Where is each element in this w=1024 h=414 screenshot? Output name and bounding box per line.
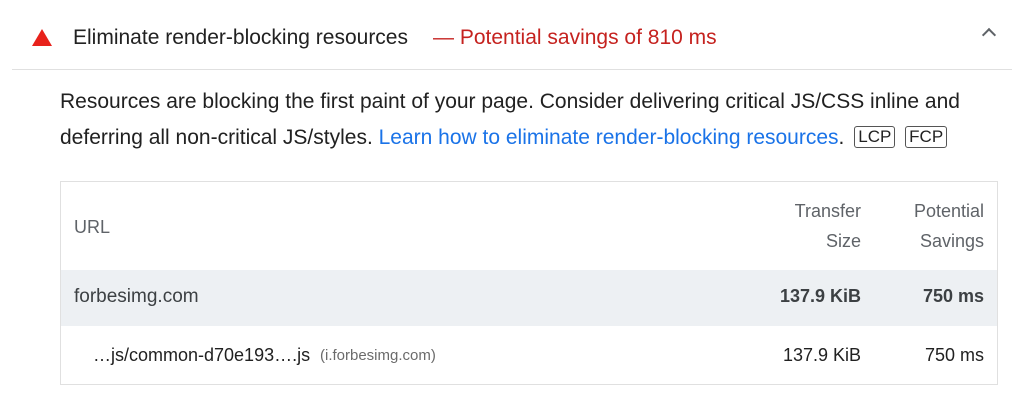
audit-header[interactable]: Eliminate render-blocking resources — Po…: [12, 0, 1012, 70]
column-header-savings-line1: Potential: [913, 201, 984, 221]
column-header-potential-savings: Potential Savings: [884, 196, 984, 256]
group-entity-name: forbesimg.com: [74, 286, 199, 307]
column-header-size-line2: Size: [825, 231, 861, 251]
audit-render-blocking: Eliminate render-blocking resources — Po…: [0, 0, 1024, 414]
group-transfer-size: 137.9 KiB: [779, 286, 861, 306]
metric-tag-fcp: FCP: [905, 126, 948, 148]
resource-host: (i.forbesimg.com): [320, 347, 436, 364]
table-header-row: URL Transfer Size Potential Savings: [61, 182, 997, 270]
audit-description: Resources are blocking the first paint o…: [60, 84, 1010, 156]
column-header-size-line1: Transfer: [794, 201, 861, 221]
column-header-transfer-size: Transfer Size: [771, 196, 861, 256]
resource-transfer-size: 137.9 KiB: [782, 345, 861, 365]
audit-title: Eliminate render-blocking resources: [73, 26, 408, 49]
details-table: URL Transfer Size Potential Savings forb…: [60, 181, 998, 385]
table-row: …js/common-d70e193….js (i.forbesimg.com)…: [61, 326, 997, 384]
table-group-row: forbesimg.com 137.9 KiB 750 ms: [61, 270, 997, 326]
column-header-url: URL: [74, 217, 111, 237]
fail-triangle-icon: [32, 29, 52, 46]
chevron-up-icon[interactable]: [981, 27, 997, 43]
resource-url[interactable]: …js/common-d70e193….js: [93, 345, 310, 366]
audit-savings: — Potential savings of 810 ms: [433, 26, 717, 49]
metric-tag-lcp: LCP: [854, 126, 896, 148]
resource-potential-savings: 750 ms: [924, 345, 984, 365]
group-potential-savings: 750 ms: [922, 286, 984, 306]
description-period: .: [838, 126, 845, 149]
learn-more-link[interactable]: Learn how to eliminate render-blocking r…: [379, 126, 839, 149]
column-header-savings-line2: Savings: [919, 231, 984, 251]
